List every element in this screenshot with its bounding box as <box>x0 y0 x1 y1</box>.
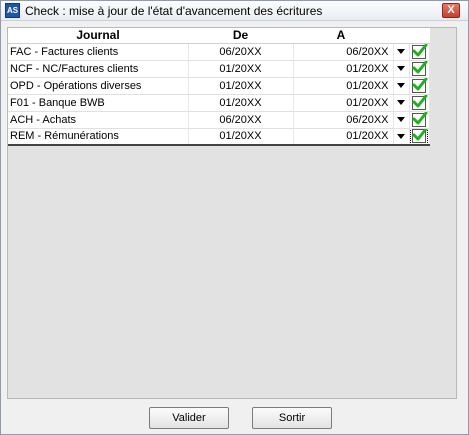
dropdown-arrow-icon[interactable] <box>393 94 410 112</box>
window-title: Check : mise à jour de l'état d'avanceme… <box>25 4 323 18</box>
checkmark-icon <box>412 60 428 73</box>
checkmark-icon <box>412 111 428 124</box>
cell-journal[interactable]: F01 - Banque BWB <box>8 94 189 112</box>
table-row[interactable]: NCF - NC/Factures clients 01/20XX 01/20X… <box>8 60 430 78</box>
checkmark-icon <box>412 77 428 90</box>
cell-a[interactable]: 01/20XX <box>293 128 394 146</box>
header-a: A <box>293 28 393 44</box>
checkbox-checked[interactable] <box>412 60 428 76</box>
cell-de[interactable]: 01/20XX <box>188 60 294 78</box>
cell-journal[interactable]: REM - Rémunérations <box>8 128 189 146</box>
checkbox-cell[interactable] <box>409 43 430 61</box>
table-header: Journal De A <box>8 28 429 44</box>
checkbox-checked[interactable] <box>412 94 428 110</box>
checkbox-cell[interactable] <box>409 111 430 129</box>
cell-a[interactable]: 01/20XX <box>293 77 394 95</box>
journal-panel: Journal De A FAC - Factures clients 06/2… <box>7 27 457 399</box>
cell-de[interactable]: 01/20XX <box>188 94 294 112</box>
checkbox-cell[interactable] <box>409 128 430 146</box>
checkbox-checked[interactable] <box>410 128 428 143</box>
table-row[interactable]: ACH - Achats 06/20XX 06/20XX <box>8 111 430 129</box>
table-row[interactable]: F01 - Banque BWB 01/20XX 01/20XX <box>8 94 430 112</box>
cell-a[interactable]: 01/20XX <box>293 94 394 112</box>
cell-a[interactable]: 01/20XX <box>293 60 394 78</box>
cell-de[interactable]: 01/20XX <box>188 128 294 146</box>
cell-a[interactable]: 06/20XX <box>293 111 394 129</box>
close-button[interactable]: X <box>442 3 460 18</box>
checkmark-icon <box>412 94 428 107</box>
cell-a[interactable]: 06/20XX <box>293 43 394 61</box>
dropdown-arrow-icon[interactable] <box>393 128 410 146</box>
journal-table: Journal De A FAC - Factures clients 06/2… <box>8 28 430 146</box>
header-de: De <box>188 28 293 44</box>
cell-de[interactable]: 01/20XX <box>188 77 294 95</box>
cell-journal[interactable]: FAC - Factures clients <box>8 43 189 61</box>
table-body: FAC - Factures clients 06/20XX 06/20XX N… <box>8 43 430 146</box>
header-journal: Journal <box>8 28 188 44</box>
exit-button[interactable]: Sortir <box>252 407 332 429</box>
table-row[interactable]: FAC - Factures clients 06/20XX 06/20XX <box>8 43 430 61</box>
checkbox-cell[interactable] <box>409 77 430 95</box>
checkbox-checked[interactable] <box>412 43 428 59</box>
dropdown-arrow-icon[interactable] <box>393 60 410 78</box>
table-row[interactable]: OPD - Opérations diverses 01/20XX 01/20X… <box>8 77 430 95</box>
app-icon: AS <box>5 3 20 18</box>
checkbox-cell[interactable] <box>409 94 430 112</box>
dropdown-arrow-icon[interactable] <box>393 43 410 61</box>
dialog-window: AS Check : mise à jour de l'état d'avanc… <box>0 0 469 435</box>
title-bar[interactable]: AS Check : mise à jour de l'état d'avanc… <box>1 1 468 21</box>
checkbox-checked[interactable] <box>412 111 428 127</box>
checkmark-icon <box>412 43 428 56</box>
checkmark-icon <box>412 128 428 141</box>
header-dropdown <box>393 28 409 44</box>
table-row[interactable]: REM - Rémunérations 01/20XX 01/20XX <box>8 128 430 146</box>
dropdown-arrow-icon[interactable] <box>393 77 410 95</box>
cell-journal[interactable]: ACH - Achats <box>8 111 189 129</box>
cell-journal[interactable]: OPD - Opérations diverses <box>8 77 189 95</box>
dropdown-arrow-icon[interactable] <box>393 111 410 129</box>
checkbox-cell[interactable] <box>409 60 430 78</box>
header-check <box>409 28 429 44</box>
validate-button[interactable]: Valider <box>149 407 229 429</box>
cell-journal[interactable]: NCF - NC/Factures clients <box>8 60 189 78</box>
checkbox-checked[interactable] <box>412 77 428 93</box>
cell-de[interactable]: 06/20XX <box>188 43 294 61</box>
cell-de[interactable]: 06/20XX <box>188 111 294 129</box>
